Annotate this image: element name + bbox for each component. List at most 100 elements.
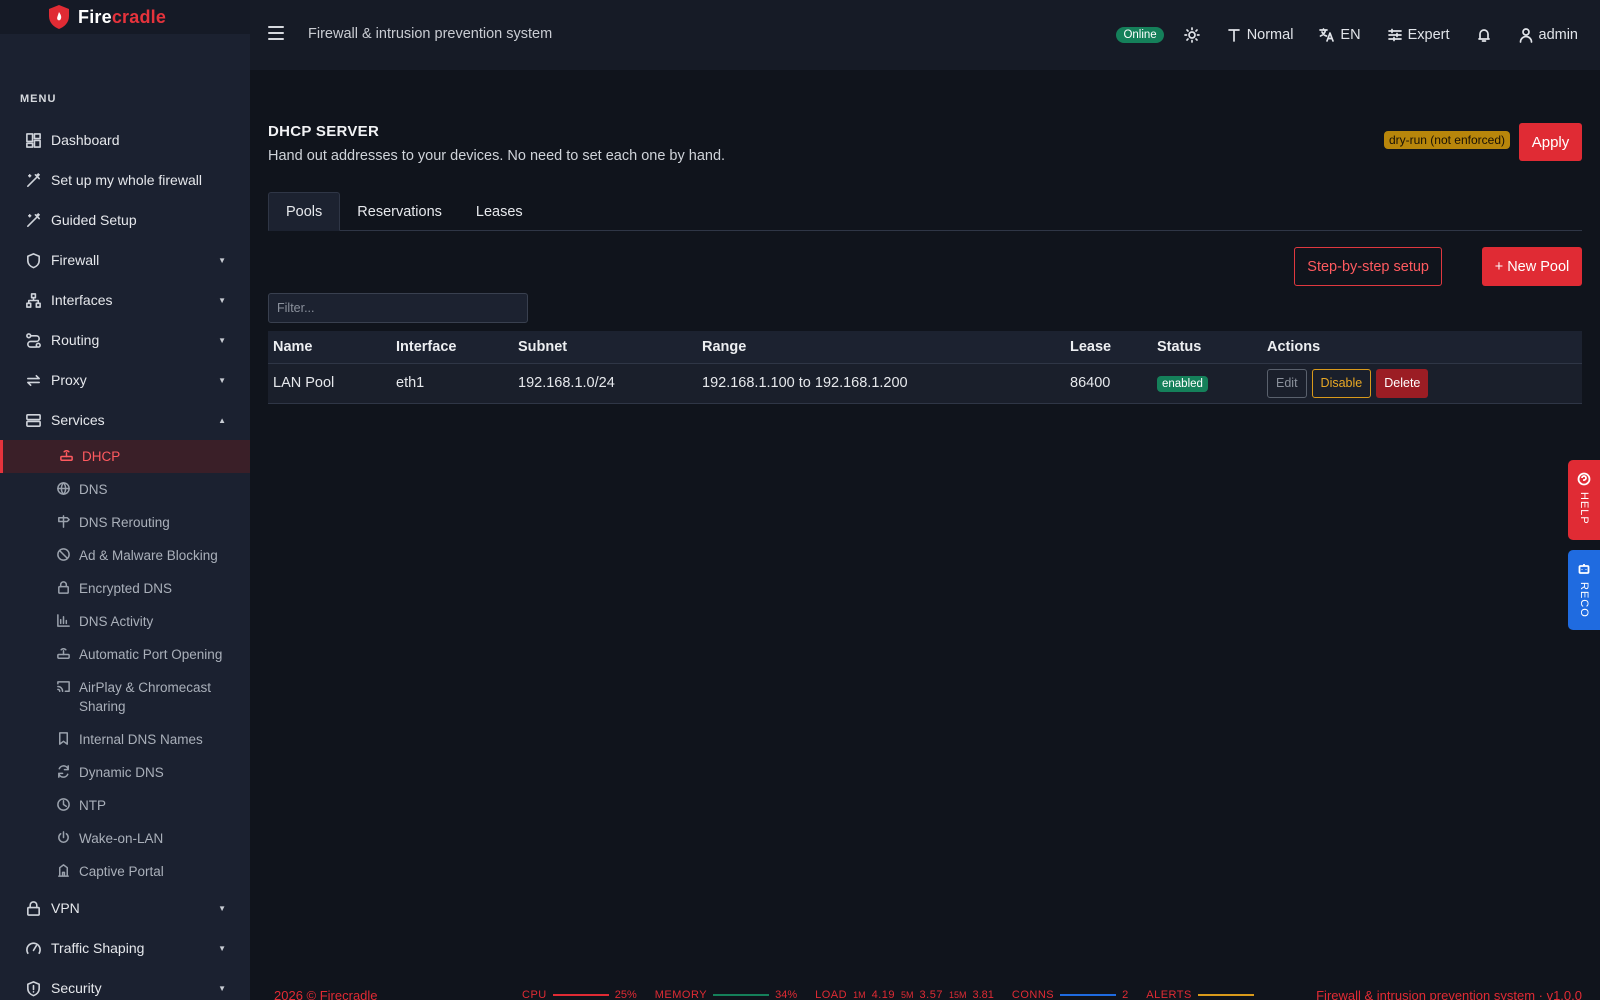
top-header: Firewall & intrusion prevention system O…	[250, 0, 1600, 70]
apply-button[interactable]: Apply	[1519, 123, 1582, 161]
router-icon	[56, 646, 72, 662]
theme-toggle-button[interactable]	[1183, 27, 1200, 43]
language-button[interactable]: EN	[1319, 27, 1361, 43]
load-label: LOAD	[815, 989, 848, 1000]
alerts-label: ALERTS	[1146, 989, 1192, 1000]
pools-table: Name Interface Subnet Range Lease Status…	[268, 331, 1582, 404]
sidebar-item-label: DHCP	[82, 449, 121, 464]
power-icon	[56, 830, 72, 846]
user-menu-button[interactable]: admin	[1518, 27, 1578, 43]
sliders-icon	[1387, 28, 1402, 42]
memory-label: MEMORY	[654, 989, 708, 1000]
load-15m-value: 3.81	[972, 989, 994, 1000]
sidebar-item-label: AirPlay & Chromecast Sharing	[79, 680, 212, 714]
sidebar-item-label: Routing	[51, 332, 100, 348]
route-icon	[24, 331, 42, 349]
sidebar-item-dhcp[interactable]: DHCP	[0, 440, 250, 473]
dashboard-icon	[24, 131, 42, 149]
chevron-down-icon: ▼	[218, 375, 226, 385]
sidebar-item-encrypted-dns[interactable]: Encrypted DNS	[0, 572, 250, 605]
sidebar-item-label: Security	[51, 980, 102, 996]
load-15m-label: 15M	[948, 990, 967, 1000]
step-by-step-setup-button[interactable]: Step-by-step setup	[1294, 247, 1442, 286]
column-header-range[interactable]: Range	[697, 331, 1065, 364]
page-title: DHCP SERVER	[268, 123, 380, 140]
cast-icon	[56, 679, 72, 695]
sun-icon	[1183, 27, 1200, 43]
sidebar-item-airplay-sharing[interactable]: AirPlay & Chromecast Sharing	[0, 671, 250, 723]
delete-button[interactable]: Delete	[1376, 368, 1429, 398]
chevron-down-icon: ▼	[218, 903, 226, 913]
font-size-button[interactable]: Normal	[1226, 27, 1293, 43]
memory-value: 34%	[775, 989, 798, 1000]
column-header-subnet[interactable]: Subnet	[513, 331, 697, 364]
column-header-status[interactable]: Status	[1152, 331, 1262, 364]
cpu-value: 25%	[614, 989, 637, 1000]
sidebar-item-label: Encrypted DNS	[79, 581, 173, 596]
sidebar-item-wake-on-lan[interactable]: Wake-on-LAN	[0, 822, 250, 855]
tab-leases[interactable]: Leases	[459, 192, 540, 231]
sidebar-item-dns-activity[interactable]: DNS Activity	[0, 605, 250, 638]
sidebar-item-interfaces[interactable]: Interfaces ▼	[0, 280, 250, 320]
sidebar-item-captive-portal[interactable]: Captive Portal	[0, 855, 250, 888]
arrows-swap-icon	[24, 371, 42, 389]
load-5m-value: 3.57	[919, 989, 943, 1000]
bar-chart-icon	[56, 613, 72, 629]
column-header-name[interactable]: Name	[268, 331, 391, 364]
disable-button[interactable]: Disable	[1311, 368, 1372, 398]
magic-wand-icon	[24, 171, 42, 189]
notifications-button[interactable]	[1476, 27, 1492, 43]
pool-lease-cell: 86400	[1065, 363, 1152, 404]
help-side-tab[interactable]: HELP	[1568, 460, 1600, 540]
sidebar-item-vpn[interactable]: VPN ▼	[0, 888, 250, 928]
sidebar-item-dynamic-dns[interactable]: Dynamic DNS	[0, 756, 250, 789]
edit-button[interactable]: Edit	[1267, 368, 1307, 398]
sidebar-item-internal-dns[interactable]: Internal DNS Names	[0, 723, 250, 756]
sidebar-item-setup-firewall[interactable]: Set up my whole firewall	[0, 160, 250, 200]
sidebar-item-security[interactable]: Security ▼	[0, 968, 250, 1000]
load-5m-label: 5M	[901, 990, 914, 1000]
brand-name: Firecradle	[78, 6, 167, 27]
pool-subnet-cell: 192.168.1.0/24	[513, 363, 697, 404]
table-row: LAN Pool eth1 192.168.1.0/24 192.168.1.1…	[268, 363, 1582, 404]
footer-status-bar: 2026 © Firecradle CPU 25% MEMORY 34% LOA…	[250, 986, 1600, 1000]
memory-sparkline	[713, 994, 770, 996]
reco-side-tab[interactable]: RECO	[1568, 550, 1600, 630]
sidebar-item-dns[interactable]: DNS	[0, 473, 250, 506]
sidebar-item-ad-blocking[interactable]: Ad & Malware Blocking	[0, 539, 250, 572]
sidebar-item-traffic-shaping[interactable]: Traffic Shaping ▼	[0, 928, 250, 968]
column-header-lease[interactable]: Lease	[1065, 331, 1152, 364]
new-pool-button[interactable]: + New Pool	[1482, 247, 1582, 286]
menu-heading: MENU	[20, 93, 57, 105]
shield-alert-icon	[24, 979, 42, 997]
sidebar-item-routing[interactable]: Routing ▼	[0, 320, 250, 360]
dry-run-badge: dry-run (not enforced)	[1383, 131, 1510, 149]
sidebar-item-label: Wake-on-LAN	[79, 831, 164, 846]
mode-button[interactable]: Expert	[1387, 27, 1450, 43]
sidebar-item-ntp[interactable]: NTP	[0, 789, 250, 822]
translate-icon	[1319, 28, 1335, 42]
shield-logo-icon	[49, 5, 69, 29]
conns-value: 2	[1122, 989, 1129, 1000]
sidebar-item-dashboard[interactable]: Dashboard	[0, 120, 250, 160]
tab-pools[interactable]: Pools	[268, 192, 341, 231]
sidebar-item-label: Services	[51, 412, 105, 428]
online-status-badge: Online	[1116, 27, 1164, 43]
sidebar-item-guided-setup[interactable]: Guided Setup	[0, 200, 250, 240]
sidebar-item-firewall[interactable]: Firewall ▼	[0, 240, 250, 280]
brand[interactable]: Firecradle	[0, 0, 250, 34]
robot-icon	[1578, 564, 1590, 574]
bell-icon	[1477, 29, 1490, 42]
sidebar-item-port-opening[interactable]: Automatic Port Opening	[0, 638, 250, 671]
filter-input[interactable]	[268, 293, 528, 323]
column-header-interface[interactable]: Interface	[391, 331, 513, 364]
sidebar-item-services[interactable]: Services ▲	[0, 400, 250, 440]
cpu-label: CPU	[522, 989, 547, 1000]
signpost-icon	[56, 514, 72, 530]
sidebar-item-proxy[interactable]: Proxy ▼	[0, 360, 250, 400]
tab-reservations[interactable]: Reservations	[340, 192, 459, 231]
hamburger-menu-icon[interactable]	[268, 26, 284, 40]
sidebar-item-dns-rerouting[interactable]: DNS Rerouting	[0, 506, 250, 539]
sidebar-item-label: DNS	[79, 482, 108, 497]
sidebar-item-label: Ad & Malware Blocking	[79, 548, 218, 563]
